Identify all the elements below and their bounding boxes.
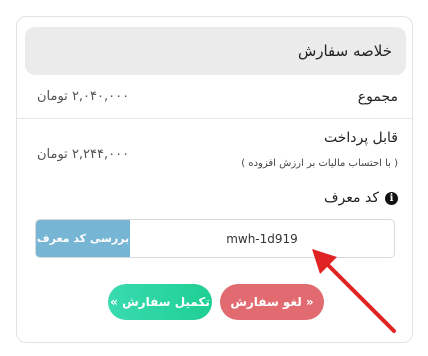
summary-title: خلاصه سفارش bbox=[297, 42, 392, 60]
payable-label: قابل پرداخت bbox=[323, 130, 398, 146]
coupon-input[interactable] bbox=[130, 220, 394, 257]
check-coupon-button[interactable]: بررسی کد معرف bbox=[36, 220, 130, 257]
payable-note: ( با احتساب مالیات بر ارزش افزوده ) bbox=[241, 158, 398, 169]
order-summary-card: خلاصه سفارش مجموع ۲,۰۴۰,۰۰۰ تومان قابل پ… bbox=[16, 16, 413, 343]
payable-value: ۲,۲۴۴,۰۰۰ تومان bbox=[37, 147, 130, 162]
subtotal-label: مجموع bbox=[357, 89, 398, 105]
coupon-label-row: i کد معرف bbox=[324, 190, 398, 206]
subtotal-value: ۲,۰۴۰,۰۰۰ تومان bbox=[37, 89, 130, 104]
complete-order-button[interactable]: تکمیل سفارش » bbox=[108, 284, 212, 320]
cancel-order-button[interactable]: « لغو سفارش bbox=[220, 284, 324, 320]
coupon-label: کد معرف bbox=[324, 190, 379, 206]
info-icon[interactable]: i bbox=[385, 191, 398, 205]
summary-header: خلاصه سفارش bbox=[25, 27, 406, 75]
coupon-input-group: بررسی کد معرف bbox=[35, 219, 395, 258]
divider bbox=[17, 118, 412, 119]
